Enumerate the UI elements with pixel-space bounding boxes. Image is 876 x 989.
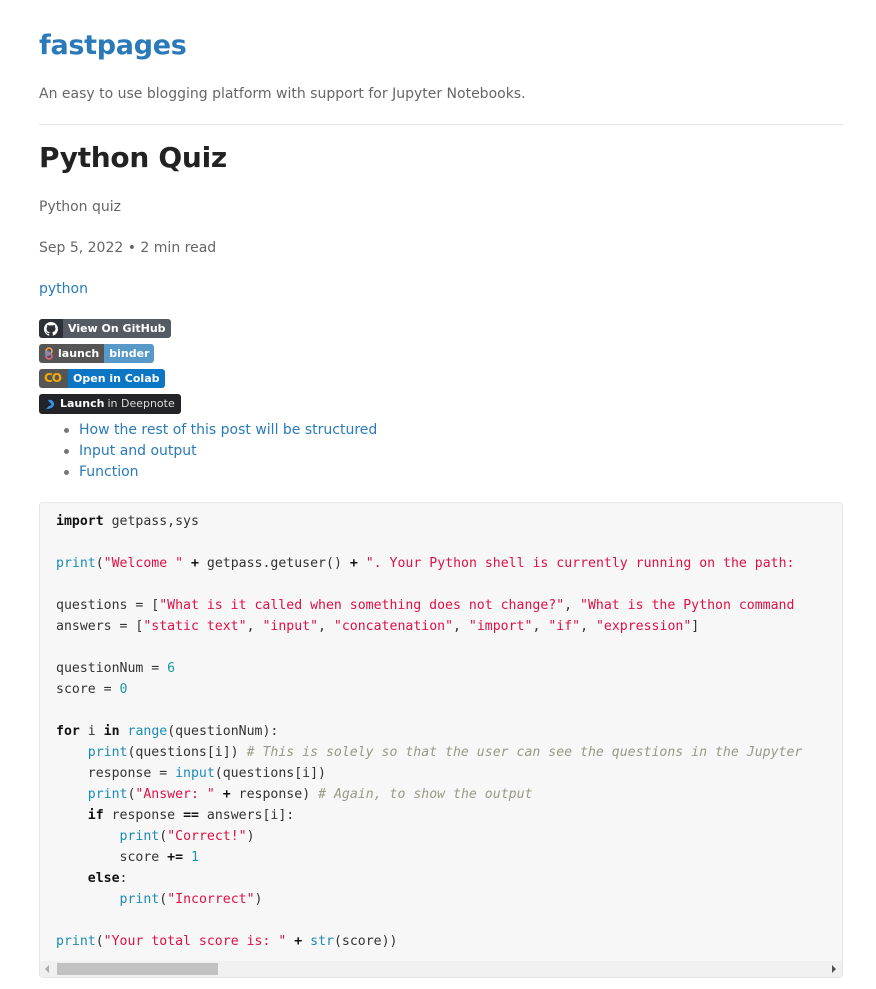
code-line: print("Welcome " + getpass.getuser() + "…: [56, 556, 795, 571]
toc-link[interactable]: Function: [79, 464, 139, 480]
view-on-github-badge[interactable]: View On GitHub: [39, 319, 171, 338]
post-title: Python Quiz: [39, 141, 227, 174]
code-line: print("Correct!"): [119, 829, 255, 844]
scroll-left-arrow-icon[interactable]: [45, 965, 49, 973]
post-description: Python quiz: [39, 199, 121, 215]
colab-badge-label: Open in Colab: [68, 369, 165, 388]
code-line: score += 1: [56, 850, 199, 865]
code-line: response = input(questions[i]): [56, 766, 326, 781]
code-line: print("Answer: " + response) # Again, to…: [87, 787, 533, 802]
code-line: score = 0: [56, 682, 128, 697]
code-line: print("Incorrect"): [119, 892, 263, 907]
toc-item: How the rest of this post will be struct…: [63, 420, 377, 441]
tag-link-python[interactable]: python: [39, 281, 88, 297]
code-line: print("Your total score is: " + str(scor…: [56, 934, 398, 949]
code-line: questions = ["What is it called when som…: [56, 598, 795, 613]
launch-in-deepnote-badge[interactable]: Launch in Deepnote: [39, 394, 181, 414]
toc-item: Input and output: [63, 441, 377, 462]
code-line: import getpass,sys: [56, 514, 199, 529]
toc-link[interactable]: How the rest of this post will be struct…: [79, 422, 377, 438]
toc-item: Function: [63, 462, 377, 483]
code-line: print(questions[i]) # This is solely so …: [87, 745, 803, 760]
binder-badge-right-label: binder: [104, 344, 155, 363]
open-in-colab-badge[interactable]: CO Open in Colab: [39, 369, 165, 388]
github-icon: [39, 319, 63, 338]
code-line: else:: [87, 871, 128, 886]
toc-link[interactable]: Input and output: [79, 443, 197, 459]
scroll-thumb[interactable]: [57, 963, 218, 975]
deepnote-badge-soft-label: in Deepnote: [107, 397, 175, 410]
code-block: import getpass,sys print("Welcome " + ge…: [39, 502, 843, 978]
colab-icon: CO: [39, 369, 69, 388]
table-of-contents: How the rest of this post will be struct…: [63, 420, 377, 483]
launch-binder-badge[interactable]: launch binder: [39, 344, 155, 363]
site-description: An easy to use blogging platform with su…: [39, 86, 526, 102]
binder-badge-left-label: launch: [58, 347, 100, 360]
post-meta: Sep 5, 2022 • 2 min read: [39, 240, 217, 256]
code-line: questionNum = 6: [56, 661, 176, 676]
code-content: import getpass,sys print("Welcome " + ge…: [56, 511, 802, 952]
scroll-right-arrow-icon[interactable]: [832, 965, 836, 973]
code-line: for i in range(questionNum):: [56, 724, 279, 739]
horizontal-scrollbar[interactable]: [40, 961, 842, 977]
deepnote-badge-strong-label: Launch: [60, 397, 105, 410]
code-line: answers = ["static text", "input", "conc…: [56, 619, 700, 634]
site-title-link[interactable]: fastpages: [39, 30, 187, 61]
header-divider: [39, 124, 843, 125]
github-badge-label: View On GitHub: [63, 319, 171, 338]
code-line: if response == answers[i]:: [87, 808, 295, 823]
deepnote-icon: [45, 399, 55, 410]
binder-icon: [44, 347, 54, 360]
